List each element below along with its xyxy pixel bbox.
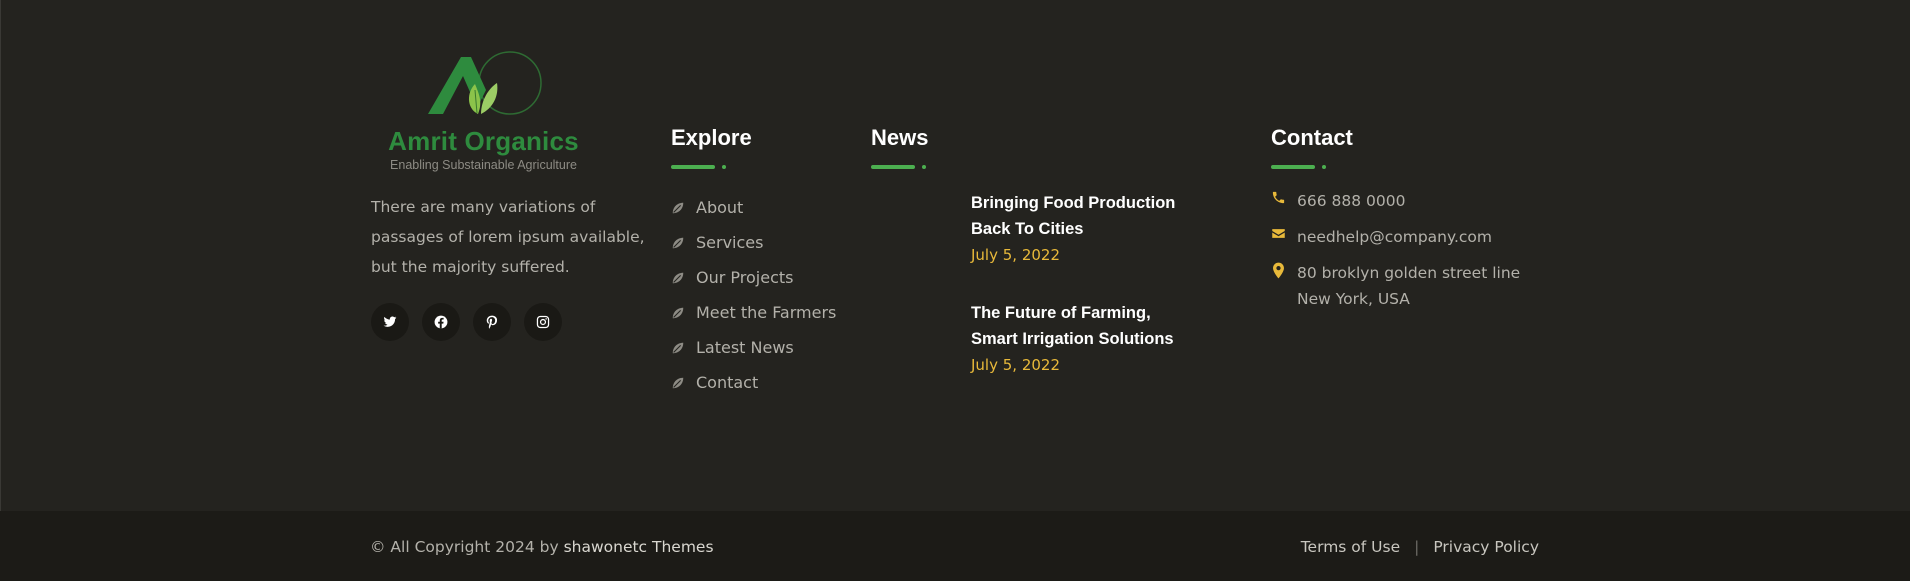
contact-address-text: 80 broklyn golden street line New York, …: [1297, 260, 1520, 312]
explore-heading: Explore: [671, 125, 752, 150]
logo-mark-icon: [428, 51, 542, 115]
explore-link-label: Latest News: [696, 338, 794, 357]
explore-link-label: About: [696, 198, 744, 217]
facebook-link[interactable]: [422, 303, 460, 341]
explore-link-label: Our Projects: [696, 268, 794, 287]
leaf-icon: [671, 271, 685, 285]
brand-name: Amrit Organics: [388, 126, 579, 156]
copyright-text: © All Copyright 2024 by shawonetc Themes: [370, 538, 714, 556]
explore-link-meet-the-farmers[interactable]: Meet the Farmers: [671, 295, 836, 330]
explore-link-our-projects[interactable]: Our Projects: [671, 260, 836, 295]
privacy-policy-link[interactable]: Privacy Policy: [1433, 538, 1539, 556]
instagram-link[interactable]: [524, 303, 562, 341]
brand-logo[interactable]: Amrit Organics Enabling Substainable Agr…: [371, 50, 596, 175]
explore-link-label: Meet the Farmers: [696, 303, 837, 322]
social-links: [371, 303, 562, 341]
map-pin-icon: [1271, 262, 1287, 280]
news-underline: [871, 165, 931, 169]
brand-tagline: Enabling Substainable Agriculture: [390, 158, 577, 172]
news-title-line: The Future of Farming,: [971, 304, 1151, 322]
explore-list: About Services Our Projects Meet the Far…: [671, 190, 836, 400]
explore-link-about[interactable]: About: [671, 190, 836, 225]
copyright-prefix: © All Copyright 2024 by: [370, 538, 559, 556]
news-title-line: Smart Irrigation Solutions: [971, 330, 1174, 348]
contact-phone[interactable]: 666 888 0000: [1271, 188, 1405, 214]
legal-separator: |: [1414, 538, 1420, 556]
phone-icon: [1271, 190, 1287, 208]
news-title-line: Bringing Food Production: [971, 194, 1176, 212]
twitter-link[interactable]: [371, 303, 409, 341]
news-title-line: Back To Cities: [971, 220, 1084, 238]
contact-address: 80 broklyn golden street line New York, …: [1271, 260, 1520, 312]
facebook-icon: [434, 315, 448, 329]
news-item-title[interactable]: Bringing Food Production Back To Cities: [971, 190, 1201, 242]
contact-phone-text: 666 888 0000: [1297, 192, 1406, 210]
contact-email[interactable]: needhelp@company.com: [1271, 224, 1492, 250]
explore-link-contact[interactable]: Contact: [671, 365, 836, 400]
leaf-icon: [671, 236, 685, 250]
pinterest-icon: [486, 315, 498, 329]
explore-link-label: Services: [696, 233, 764, 252]
explore-underline: [671, 165, 731, 169]
address-line: 80 broklyn golden street line: [1297, 264, 1521, 282]
leaf-icon: [671, 376, 685, 390]
about-text: There are many variations of passages of…: [371, 198, 645, 276]
footer-main: Amrit Organics Enabling Substainable Agr…: [0, 0, 1910, 511]
news-item-date: July 5, 2022: [971, 356, 1060, 374]
footer-bottom-bar: © All Copyright 2024 by shawonetc Themes…: [0, 511, 1910, 581]
news-heading: News: [871, 125, 929, 150]
news-item: The Future of Farming, Smart Irrigation …: [971, 300, 1201, 374]
copyright-brand-link[interactable]: shawonetc Themes: [564, 538, 714, 556]
news-item-title[interactable]: The Future of Farming, Smart Irrigation …: [971, 300, 1201, 352]
news-item-date: July 5, 2022: [971, 246, 1060, 264]
envelope-icon: [1271, 226, 1287, 244]
explore-link-latest-news[interactable]: Latest News: [671, 330, 836, 365]
terms-of-use-link[interactable]: Terms of Use: [1301, 538, 1400, 556]
leaf-icon: [671, 201, 685, 215]
address-line: New York, USA: [1297, 290, 1410, 308]
contact-heading: Contact: [1271, 125, 1353, 150]
leaf-icon: [671, 306, 685, 320]
legal-links: Terms of Use | Privacy Policy: [1301, 538, 1539, 556]
instagram-icon: [536, 315, 550, 329]
contact-email-text: needhelp@company.com: [1297, 228, 1492, 246]
news-item: Bringing Food Production Back To Cities …: [971, 190, 1201, 264]
pinterest-link[interactable]: [473, 303, 511, 341]
explore-link-services[interactable]: Services: [671, 225, 836, 260]
contact-underline: [1271, 165, 1331, 169]
explore-link-label: Contact: [696, 373, 759, 392]
twitter-icon: [383, 316, 397, 327]
leaf-icon: [671, 341, 685, 355]
